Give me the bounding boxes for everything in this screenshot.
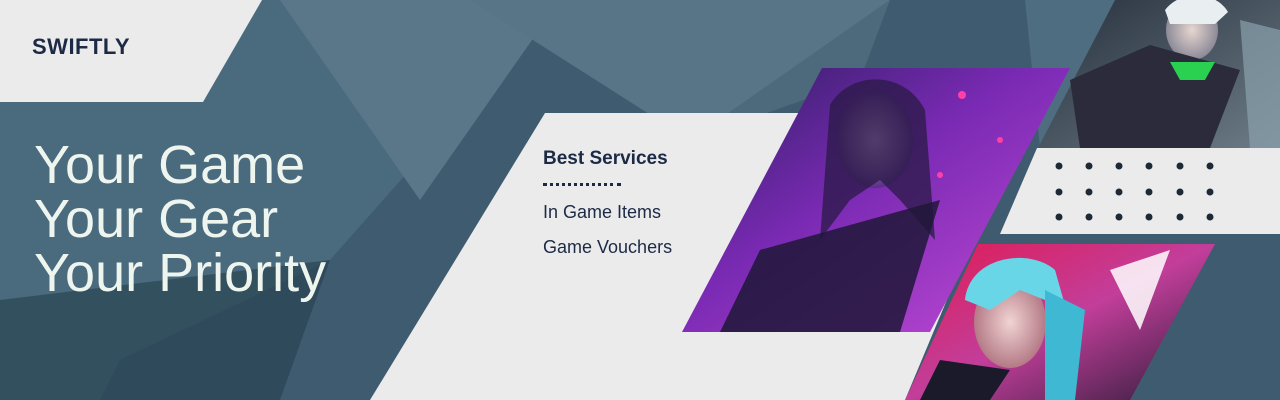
headline-line-3: Your Priority (34, 243, 327, 303)
promo-banner: SWIFTLY Your Game Your Gear Your Priorit… (0, 0, 1280, 400)
services-divider (543, 183, 621, 186)
service-in-game-items: In Game Items (543, 202, 662, 222)
headline-line-2: Your Gear (34, 189, 279, 249)
service-game-vouchers: Game Vouchers (543, 237, 673, 257)
headline: Your Game Your Gear Your Priority (34, 138, 326, 300)
headline-line-1: Your Game (34, 135, 306, 195)
services-title: Best Services (543, 148, 668, 169)
